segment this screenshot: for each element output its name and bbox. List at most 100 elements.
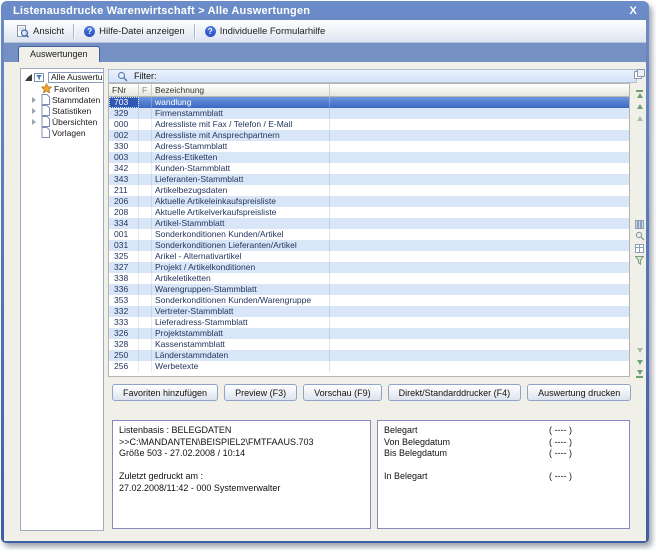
preview-button[interactable]: Preview (F3) (224, 384, 297, 401)
cell-bezeichnung: Vertreter-Stammblatt (152, 306, 330, 317)
cell-filler (330, 185, 629, 196)
column-header-fnr[interactable]: FNr (109, 84, 139, 96)
cell-filler (330, 130, 629, 141)
table-row[interactable]: 208 Aktuelle Artikelverkaufspreisliste (109, 207, 629, 218)
table-row[interactable]: 000 Adressliste mit Fax / Telefon / E-Ma… (109, 119, 629, 130)
table-row[interactable]: 342 Kunden-Stammblatt (109, 163, 629, 174)
grid-search-icon[interactable] (632, 231, 646, 241)
table-row[interactable]: 003 Adress-Etiketten (109, 152, 629, 163)
grid-header: FNr F Bezeichnung (109, 84, 629, 97)
table-row[interactable]: 343 Lieferanten-Stammblatt (109, 174, 629, 185)
cell-bezeichnung: Sonderkonditionen Lieferanten/Artikel (152, 240, 330, 251)
direct-printer-button[interactable]: Direkt/Standarddrucker (F4) (388, 384, 522, 401)
table-row[interactable]: 031 Sonderkonditionen Lieferanten/Artike… (109, 240, 629, 251)
columns-icon[interactable] (632, 219, 646, 229)
cell-bezeichnung: Warengruppen-Stammblatt (152, 284, 330, 295)
cell-filler (330, 262, 629, 273)
toolbar: Ansicht ? Hilfe-Datei anzeigen ? Individ… (4, 20, 646, 43)
cell-flag (139, 361, 152, 372)
table-row[interactable]: 332 Vertreter-Stammblatt (109, 306, 629, 317)
grid-side-toolbar (632, 69, 646, 377)
table-row[interactable]: 328 Kassenstammblatt (109, 339, 629, 350)
tree-item-uebersichten[interactable]: Übersichten (21, 116, 103, 127)
scroll-down-small-icon[interactable] (632, 345, 646, 355)
info-label: In Belegart (384, 471, 428, 481)
table-row[interactable]: 256 Werbetexte (109, 361, 629, 372)
vorschau-button[interactable]: Vorschau (F9) (303, 384, 382, 401)
filter-label: Filter: (134, 71, 157, 81)
grid-layout-icon[interactable] (632, 243, 646, 253)
tree-item-vorlagen[interactable]: Vorlagen (21, 127, 103, 138)
info-line (119, 460, 364, 472)
column-header-bezeichnung[interactable]: Bezeichnung (152, 84, 330, 96)
form-help-button[interactable]: ? Individuelle Formularhilfe (199, 22, 332, 40)
cell-flag (139, 108, 152, 119)
tree-item-label: Vorlagen (52, 128, 86, 138)
table-row[interactable]: 334 Artikel-Stammblatt (109, 218, 629, 229)
cell-bezeichnung: Artikel-Stammblatt (152, 218, 330, 229)
help-icon: ? (84, 26, 95, 37)
tree-item-favoriten[interactable]: Favoriten (21, 83, 103, 94)
table-row[interactable]: 325 Arikel - Alternativartikel (109, 251, 629, 262)
info-line: Größe 503 - 27.02.2008 / 10:14 (119, 448, 364, 460)
table-row[interactable]: 703 wandlung (109, 97, 629, 108)
expander-expanded-icon[interactable] (25, 74, 32, 81)
scroll-up-small-icon[interactable] (632, 113, 646, 123)
table-row[interactable]: 250 Länderstammdaten (109, 350, 629, 361)
cell-flag (139, 295, 152, 306)
cell-filler (330, 350, 629, 361)
cell-bezeichnung: Lieferanten-Stammblatt (152, 174, 330, 185)
table-row[interactable]: 326 Projektstammblatt (109, 328, 629, 339)
cell-fnr: 208 (109, 207, 139, 218)
cell-bezeichnung: Länderstammdaten (152, 350, 330, 361)
scroll-bottom-icon[interactable] (632, 369, 646, 379)
table-row[interactable]: 001 Sonderkonditionen Kunden/Artikel (109, 229, 629, 240)
cell-bezeichnung: Firmenstammblatt (152, 108, 330, 119)
table-row[interactable]: 327 Projekt / Artikelkonditionen (109, 262, 629, 273)
table-row[interactable]: 330 Adress-Stammblatt (109, 141, 629, 152)
expander-collapsed-icon[interactable] (32, 119, 39, 125)
table-row[interactable]: 336 Warengruppen-Stammblatt (109, 284, 629, 295)
view-button[interactable]: Ansicht (10, 22, 70, 40)
cell-filler (330, 251, 629, 262)
cell-fnr: 031 (109, 240, 139, 251)
title-bar: Listenausdrucke Warenwirtschaft > Alle A… (4, 2, 646, 20)
tree-item-statistiken[interactable]: Statistiken (21, 105, 103, 116)
filter-bar[interactable]: Filter: (108, 69, 637, 83)
help-file-button[interactable]: ? Hilfe-Datei anzeigen (78, 22, 191, 40)
info-value: ( ---- ) (549, 448, 572, 460)
tree-item-alle-auswertungen[interactable]: Alle Auswertungen (21, 72, 103, 83)
table-row[interactable]: 206 Aktuelle Artikeleinkaufspreisliste (109, 196, 629, 207)
table-row[interactable]: 333 Lieferadress-Stammblatt (109, 317, 629, 328)
tab-auswertungen[interactable]: Auswertungen (18, 46, 100, 62)
column-header-flag[interactable]: F (139, 84, 152, 96)
scroll-down-icon[interactable] (632, 357, 646, 367)
expander-collapsed-icon[interactable] (32, 97, 39, 103)
tree-item-stammdaten[interactable]: Stammdaten (21, 94, 103, 105)
scroll-up-icon[interactable] (632, 101, 646, 111)
cell-fnr: 002 (109, 130, 139, 141)
filter-funnel-icon[interactable] (632, 255, 646, 265)
cell-flag (139, 207, 152, 218)
cell-flag (139, 185, 152, 196)
scroll-top-icon[interactable] (632, 89, 646, 99)
expander-collapsed-icon[interactable] (32, 108, 39, 114)
cell-fnr: 703 (109, 97, 139, 108)
tree-panel: Alle Auswertungen Favoriten Stammdaten (20, 68, 104, 531)
table-row[interactable]: 211 Artikelbezugsdaten (109, 185, 629, 196)
table-row[interactable]: 002 Adressliste mit Ansprechpartnern (109, 130, 629, 141)
info-label: Von Belegdatum (384, 437, 450, 447)
cell-filler (330, 361, 629, 372)
close-icon[interactable]: X (627, 5, 639, 17)
cell-bezeichnung: Werbetexte (152, 361, 330, 372)
print-report-button[interactable]: Auswertung drucken (527, 384, 631, 401)
window-body: Ansicht ? Hilfe-Datei anzeigen ? Individ… (4, 20, 646, 541)
table-row[interactable]: 338 Artikeletiketten (109, 273, 629, 284)
cell-filler (330, 196, 629, 207)
table-row[interactable]: 353 Sonderkonditionen Kunden/Warengruppe (109, 295, 629, 306)
add-favorites-button[interactable]: Favoriten hinzufügen (112, 384, 218, 401)
table-row[interactable]: 329 Firmenstammblatt (109, 108, 629, 119)
view-button-label: Ansicht (33, 26, 64, 37)
export-icon[interactable] (632, 69, 646, 79)
info-value: ( ---- ) (549, 471, 572, 483)
